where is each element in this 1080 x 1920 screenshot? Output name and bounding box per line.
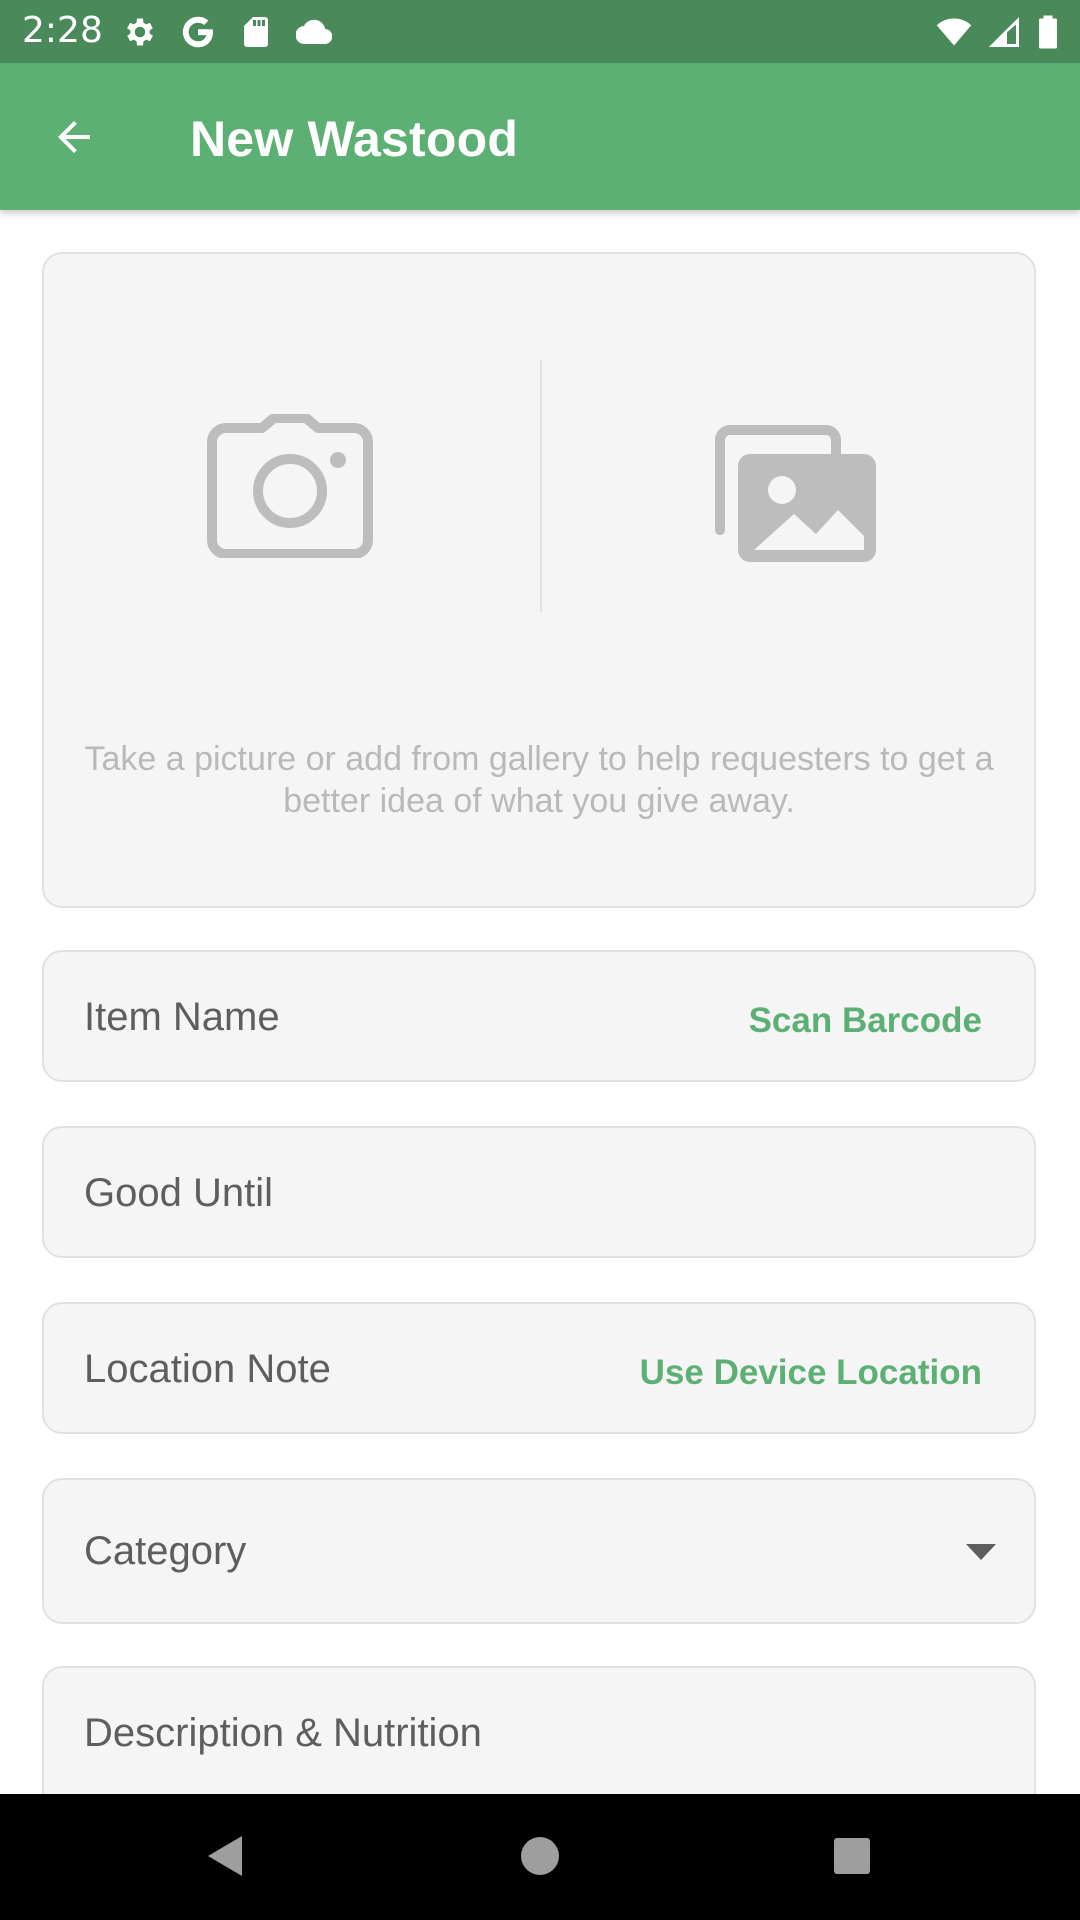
sd-card-icon: [238, 14, 274, 50]
photo-hint: Take a picture or add from gallery to he…: [84, 740, 994, 820]
status-time: 2:28: [22, 10, 103, 51]
nav-recents-icon: [834, 1838, 870, 1874]
battery-icon: [1036, 14, 1060, 50]
nav-home-button[interactable]: [516, 1832, 564, 1880]
form-content: Take a picture or add from gallery to he…: [0, 210, 1080, 1794]
cell-signal-icon: [986, 14, 1022, 50]
good-until-label: Good Until: [84, 1171, 273, 1215]
photo-divider: [540, 360, 542, 612]
status-icons-right: [936, 14, 1060, 50]
dropdown-arrow-icon: [966, 1544, 996, 1560]
nav-back-button[interactable]: [202, 1832, 250, 1880]
page-title: New Wastood: [190, 111, 519, 167]
arrow-back-icon: [58, 121, 90, 153]
camera-button[interactable]: [204, 414, 376, 558]
app-bar: New Wastood: [0, 63, 1080, 210]
use-device-location-button[interactable]: Use Device Location: [640, 1352, 982, 1394]
item-name-field[interactable]: Item Name Scan Barcode: [42, 950, 1036, 1082]
good-until-field[interactable]: Good Until: [42, 1126, 1036, 1258]
cloud-icon: [296, 14, 332, 50]
location-note-label: Location Note: [84, 1347, 331, 1391]
category-label: Category: [84, 1529, 247, 1573]
google-icon: [180, 14, 216, 50]
wifi-icon: [936, 14, 972, 50]
gallery-icon: [715, 425, 876, 562]
photo-card: Take a picture or add from gallery to he…: [42, 252, 1036, 908]
nav-home-icon: [521, 1837, 559, 1875]
status-bar: 2:28: [0, 0, 1080, 63]
location-note-field[interactable]: Location Note Use Device Location: [42, 1302, 1036, 1434]
nav-recents-button[interactable]: [828, 1832, 876, 1880]
back-button[interactable]: [40, 103, 108, 171]
description-label: Description & Nutrition: [84, 1711, 482, 1755]
item-name-label: Item Name: [84, 995, 280, 1039]
nav-back-icon: [208, 1836, 242, 1876]
description-field[interactable]: Description & Nutrition: [42, 1666, 1036, 1794]
scan-barcode-button[interactable]: Scan Barcode: [749, 1000, 982, 1042]
camera-icon: [207, 414, 373, 558]
navigation-bar: [0, 1794, 1080, 1920]
category-dropdown[interactable]: Category: [42, 1478, 1036, 1624]
status-icons-left: [122, 14, 332, 50]
settings-icon: [122, 14, 158, 50]
gallery-button[interactable]: [704, 424, 880, 566]
